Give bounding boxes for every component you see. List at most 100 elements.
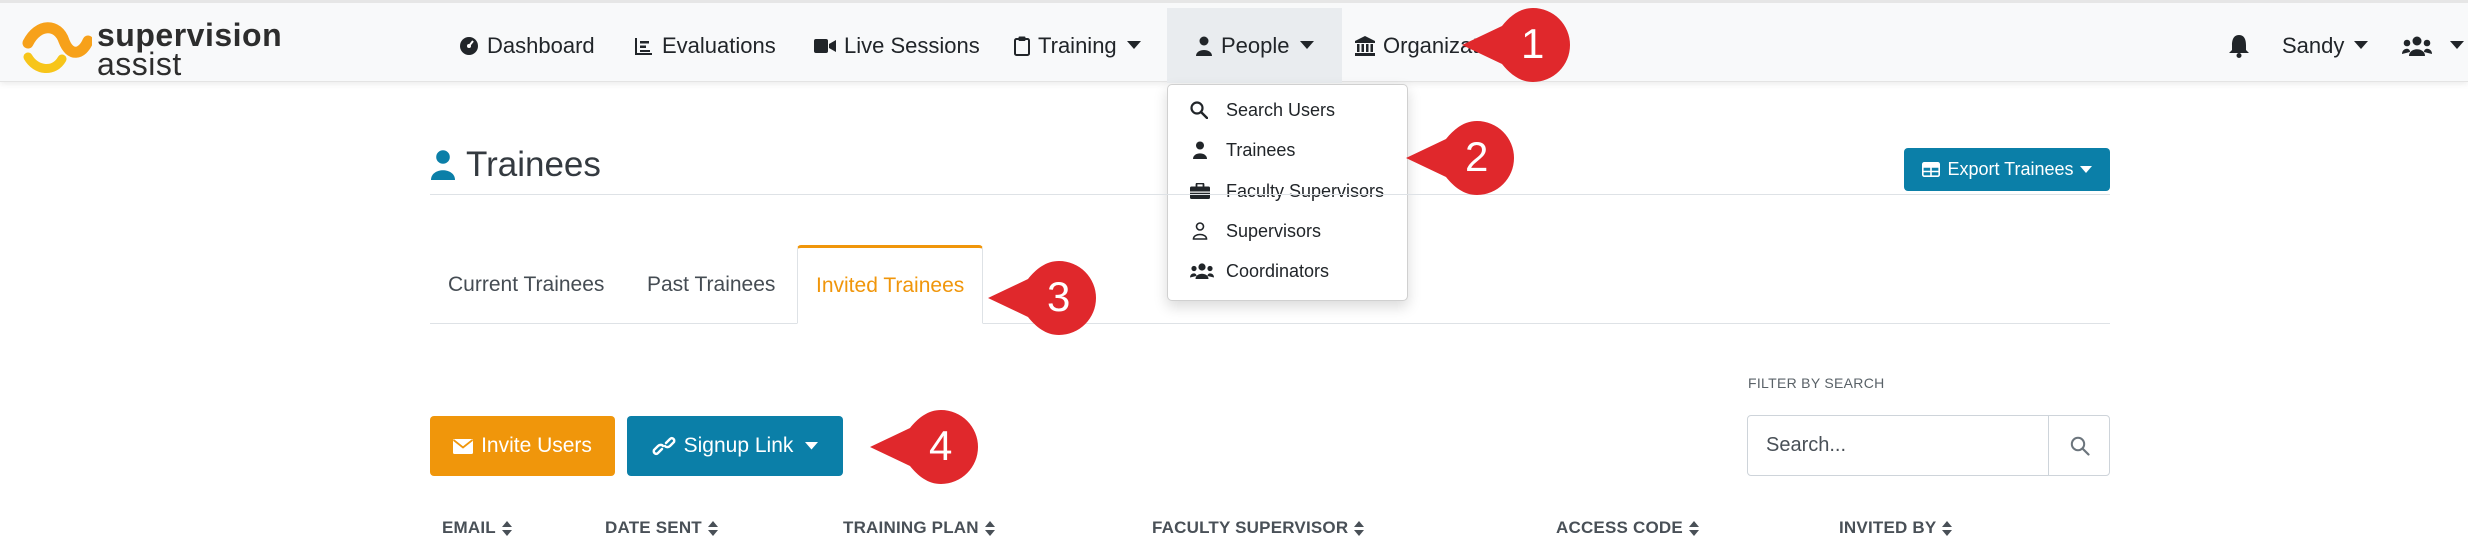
menu-item-label: Faculty Supervisors <box>1226 180 1385 201</box>
column-header-date-sent[interactable]: DATE SENT <box>605 518 718 538</box>
chevron-down-icon <box>805 442 819 450</box>
sort-icon <box>1354 520 1365 536</box>
logo-mark-icon <box>22 22 92 73</box>
tab-label: Past Trainees <box>647 272 776 296</box>
column-header-training-plan[interactable]: TRAINING PLAN <box>843 518 995 538</box>
search-input[interactable] <box>1748 416 2048 475</box>
user-icon <box>1196 36 1212 56</box>
nav-people-label: People <box>1221 32 1290 58</box>
sort-icon <box>501 520 512 536</box>
menu-item-coordinators[interactable]: Coordinators <box>1168 253 1407 289</box>
column-header-faculty-supervisor[interactable]: FACULTY SUPERVISOR <box>1152 518 1365 538</box>
users-icon <box>1190 263 1214 279</box>
callout-number: 4 <box>929 422 953 469</box>
title-divider <box>430 194 2110 195</box>
menu-item-label: Supervisors <box>1226 220 1322 241</box>
nav-evaluations[interactable]: Evaluations <box>634 8 776 83</box>
tab-label: Current Trainees <box>448 272 605 296</box>
column-header-label: TRAINING PLAN <box>843 518 979 537</box>
callout-pointer-icon <box>988 261 1096 335</box>
invite-users-button[interactable]: Invite Users <box>430 416 615 476</box>
nav-evaluations-label: Evaluations <box>662 32 776 58</box>
menu-item-label: Trainees <box>1226 139 1296 160</box>
export-trainees-label: Export Trainees <box>1947 159 2074 179</box>
chevron-down-icon <box>1299 41 1314 49</box>
menu-item-trainees[interactable]: Trainees <box>1168 132 1407 168</box>
nav-dashboard-label: Dashboard <box>487 32 595 58</box>
signup-link-button[interactable]: Signup Link <box>627 416 843 476</box>
table-icon <box>1922 162 1941 177</box>
users-icon <box>2402 36 2432 56</box>
nav-training-label: Training <box>1038 32 1117 58</box>
menu-item-supervisors[interactable]: Supervisors <box>1168 213 1407 249</box>
chevron-down-icon <box>2079 165 2092 173</box>
search-icon <box>2070 436 2090 456</box>
menu-item-label: Search Users <box>1226 99 1336 120</box>
column-header-invited-by[interactable]: INVITED BY <box>1839 518 1953 538</box>
callout-number: 2 <box>1465 133 1489 180</box>
link-icon <box>652 437 676 455</box>
tab-invited-trainees[interactable]: Invited Trainees <box>797 245 984 324</box>
sort-icon <box>1942 520 1953 536</box>
callout-marker-1: 1 <box>1462 6 1572 84</box>
callout-marker-2: 2 <box>1406 119 1516 197</box>
callout-marker-4: 4 <box>870 408 980 486</box>
callout-pointer-icon <box>870 410 978 484</box>
column-header-label: ACCESS CODE <box>1556 518 1683 537</box>
tab-label: Invited Trainees <box>816 273 965 297</box>
column-header-label: FACULTY SUPERVISOR <box>1152 518 1349 537</box>
user-icon <box>431 150 455 180</box>
user-account-menu[interactable]: Sandy <box>2282 8 2369 83</box>
column-header-label: DATE SENT <box>605 518 702 537</box>
export-trainees-button[interactable]: Export Trainees <box>1904 148 2110 191</box>
page-title: Trainees <box>430 140 601 190</box>
briefcase-icon <box>1190 183 1210 199</box>
nav-organization[interactable]: Organizat <box>1355 8 1478 83</box>
menu-item-faculty-supervisors[interactable]: Faculty Supervisors <box>1168 173 1407 209</box>
people-dropdown-menu: Search Users Trainees Faculty Supervisor… <box>1167 84 1408 301</box>
filter-label: FILTER BY SEARCH <box>1748 375 1885 391</box>
user-groups-menu[interactable] <box>2402 8 2464 83</box>
user-outline-icon <box>1192 222 1208 240</box>
tachometer-icon <box>460 36 478 55</box>
sort-icon <box>984 520 995 536</box>
notifications-button[interactable] <box>2228 8 2258 83</box>
page-title-text: Trainees <box>466 145 601 184</box>
bell-icon <box>2229 34 2249 58</box>
nav-live-sessions[interactable]: Live Sessions <box>814 8 980 83</box>
menu-item-search-users[interactable]: Search Users <box>1168 92 1407 128</box>
nav-people[interactable]: People <box>1167 8 1342 83</box>
video-icon <box>814 38 836 53</box>
nav-training[interactable]: Training <box>1014 8 1141 83</box>
search-group <box>1747 415 2110 476</box>
callout-marker-3: 3 <box>988 259 1098 337</box>
university-icon <box>1355 35 1375 56</box>
top-navbar: supervision assist Dashboard Evaluations… <box>0 0 2468 83</box>
envelope-icon <box>453 438 474 454</box>
sort-icon <box>1688 520 1699 536</box>
search-button[interactable] <box>2048 416 2110 475</box>
signup-link-label: Signup Link <box>683 434 794 457</box>
menu-item-label: Coordinators <box>1226 260 1330 281</box>
brand-logo[interactable]: supervision assist <box>22 17 282 82</box>
user-icon <box>1193 141 1207 159</box>
column-header-label: EMAIL <box>442 518 496 537</box>
tab-past-trainees[interactable]: Past Trainees <box>647 245 775 324</box>
chevron-down-icon <box>2354 41 2369 49</box>
callout-pointer-icon <box>1406 121 1514 195</box>
callout-number: 3 <box>1047 273 1071 320</box>
nav-live-sessions-label: Live Sessions <box>844 32 980 58</box>
chevron-down-icon <box>2450 41 2464 49</box>
user-name: Sandy <box>2282 32 2345 58</box>
brand-name-line2: assist <box>97 46 182 82</box>
callout-number: 1 <box>1521 20 1545 67</box>
nav-dashboard[interactable]: Dashboard <box>459 8 595 83</box>
chevron-down-icon <box>1126 41 1141 49</box>
tab-current-trainees[interactable]: Current Trainees <box>448 245 604 324</box>
clipboard-icon <box>1014 36 1030 56</box>
chart-icon <box>635 37 652 55</box>
column-header-access-code[interactable]: ACCESS CODE <box>1556 518 1699 538</box>
column-header-label: INVITED BY <box>1839 518 1937 537</box>
callout-pointer-icon <box>1462 8 1570 82</box>
column-header-email[interactable]: EMAIL <box>442 518 512 538</box>
